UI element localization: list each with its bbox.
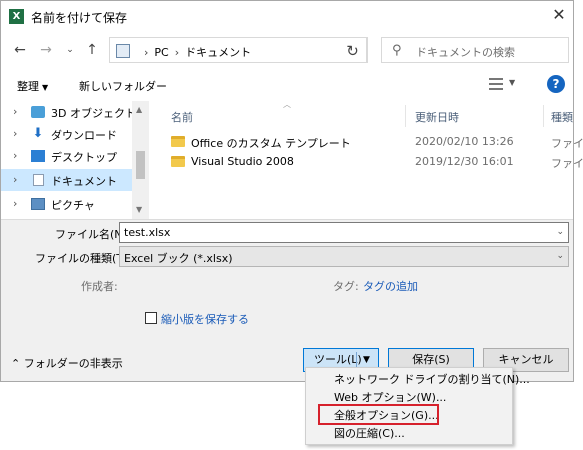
refresh-icon[interactable]: ↻: [339, 37, 367, 63]
breadcrumb-pc[interactable]: PC: [154, 46, 168, 59]
desktop-icon: [31, 150, 45, 162]
chevron-down-icon[interactable]: ⌄: [556, 251, 564, 261]
filetype-select[interactable]: Excel ブック (*.xlsx) ⌄: [119, 246, 569, 267]
documents-icon: [33, 174, 44, 186]
column-header-type[interactable]: 種類: [551, 109, 573, 125]
save-thumbnail-label[interactable]: 縮小版を保存する: [161, 311, 249, 327]
caret-down-icon: ▼: [42, 83, 49, 92]
folder-icon: [171, 156, 185, 167]
back-arrow-icon[interactable]: ←: [11, 41, 29, 59]
file-list: ︿ 名前 更新日時 種類 Office のカスタム テンプレート 2020/02…: [153, 100, 583, 219]
title-bar: X 名前を付けて保存 ✕: [1, 1, 573, 31]
scrollbar-thumb[interactable]: [136, 151, 145, 179]
expand-arrow-icon[interactable]: ›: [13, 197, 17, 210]
recent-locations-chevron-icon[interactable]: ⌄: [61, 41, 79, 59]
menu-item-map-network-drive[interactable]: ネットワーク ドライブの割り当て(N)...: [310, 371, 530, 389]
sidebar-scrollbar[interactable]: ▲ ▼: [132, 101, 149, 219]
save-thumbnail-checkbox[interactable]: [145, 312, 157, 324]
search-icon: ⚲: [392, 43, 402, 58]
save-options-panel: ファイル名(N): test.xlsx ⌄ ファイルの種類(T): Excel …: [1, 219, 573, 381]
scroll-down-icon[interactable]: ▼: [136, 205, 142, 214]
help-icon[interactable]: ?: [547, 75, 565, 93]
sidebar-item-desktop[interactable]: › デスクトップ: [1, 145, 132, 167]
author-label: 作成者:: [81, 280, 118, 293]
column-divider[interactable]: [405, 105, 406, 127]
forward-arrow-icon[interactable]: →: [37, 41, 55, 59]
sidebar-item-pictures[interactable]: › ピクチャ: [1, 193, 132, 215]
breadcrumb-separator-icon: ›: [144, 46, 149, 59]
up-arrow-icon[interactable]: ↑: [83, 41, 101, 59]
menu-item-compress-pictures[interactable]: 図の圧縮(C)...: [310, 425, 510, 443]
chevron-up-icon: ⌃: [11, 357, 24, 370]
sidebar-item-downloads[interactable]: › ⬇ ダウンロード: [1, 123, 132, 145]
folder-location-icon: [116, 44, 130, 58]
tags-label: タグ:: [333, 280, 359, 293]
view-options-icon[interactable]: [489, 78, 503, 90]
pictures-icon: [31, 198, 45, 210]
address-bar[interactable]: › PC › ドキュメント: [109, 37, 368, 63]
sidebar-item-3d-objects[interactable]: › 3D オブジェクト: [1, 101, 132, 123]
filename-input[interactable]: test.xlsx ⌄: [119, 222, 569, 243]
save-as-dialog: X 名前を付けて保存 ✕ ← → ⌄ ↑ › PC › ドキュメント ↻ ⚲ ドキュメ…: [0, 0, 583, 382]
expand-arrow-icon[interactable]: ›: [13, 105, 17, 118]
expand-arrow-icon[interactable]: ›: [13, 127, 17, 140]
dialog-title: 名前を付けて保存: [31, 11, 128, 25]
close-icon[interactable]: ✕: [549, 5, 569, 25]
navigation-bar: ← → ⌄ ↑ › PC › ドキュメント ↻ ⚲ ドキュメントの検索: [1, 35, 573, 65]
filetype-label: ファイルの種類(T):: [35, 252, 132, 265]
breadcrumb-separator-icon: ›: [174, 46, 180, 59]
file-row[interactable]: Visual Studio 2008 2019/12/30 16:01 ファイル: [165, 151, 583, 173]
add-tag-link[interactable]: タグの追加: [363, 278, 418, 294]
column-header-date[interactable]: 更新日時: [415, 109, 459, 125]
folder-icon: [171, 136, 185, 147]
column-header-name[interactable]: 名前: [171, 109, 193, 125]
organize-button[interactable]: 整理 ▼: [17, 78, 48, 94]
excel-icon: X: [9, 9, 24, 24]
scroll-up-icon[interactable]: ▲: [136, 105, 142, 114]
search-box[interactable]: ⚲ ドキュメントの検索: [381, 37, 569, 63]
search-placeholder: ドキュメントの検索: [416, 46, 515, 59]
sort-ascending-icon: ︿: [283, 100, 291, 109]
sidebar-item-documents[interactable]: › ドキュメント: [1, 169, 132, 191]
expand-arrow-icon[interactable]: ›: [13, 173, 17, 186]
file-row[interactable]: Office のカスタム テンプレート 2020/02/10 13:26 ファイ…: [165, 131, 583, 153]
download-icon: ⬇: [32, 126, 44, 141]
column-divider[interactable]: [543, 105, 544, 127]
chevron-down-icon[interactable]: ⌄: [556, 227, 564, 237]
navigation-pane: › 3D オブジェクト › ⬇ ダウンロード › デスクトップ › ドキュメント…: [1, 101, 132, 219]
new-folder-button[interactable]: 新しいフォルダー: [79, 78, 167, 94]
breadcrumb-documents[interactable]: ドキュメント: [185, 46, 251, 59]
highlight-annotation-box: [318, 404, 439, 425]
command-bar: 整理 ▼ 新しいフォルダー ▼ ?: [1, 69, 573, 101]
hide-folders-toggle[interactable]: ⌃ フォルダーの非表示: [11, 355, 123, 371]
expand-arrow-icon[interactable]: ›: [13, 149, 17, 162]
view-dropdown-icon[interactable]: ▼: [509, 78, 515, 87]
cube-icon: [31, 106, 45, 118]
